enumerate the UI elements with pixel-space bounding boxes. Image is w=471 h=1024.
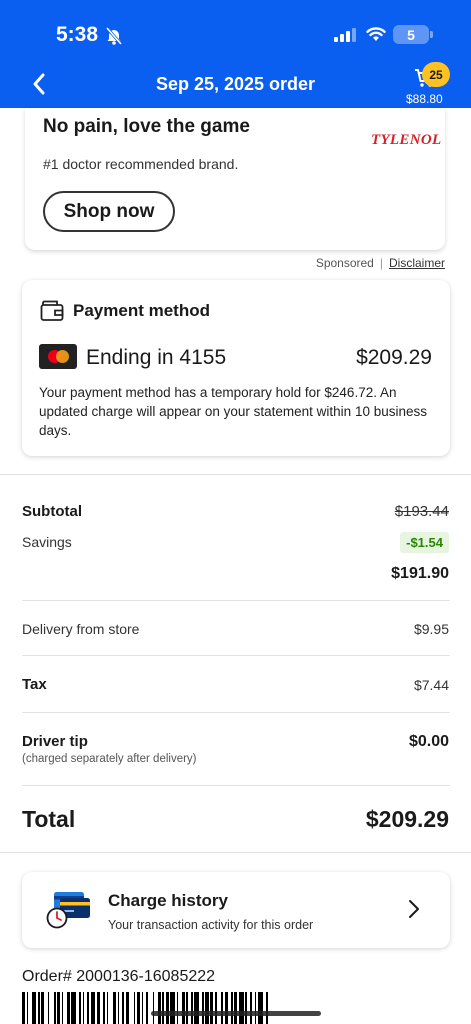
- sponsored-row: Sponsored | Disclaimer: [316, 256, 445, 270]
- status-time: 5:38: [56, 23, 99, 46]
- mastercard-icon: [39, 344, 77, 369]
- subtotal-final: $191.90: [391, 565, 449, 582]
- ad-subtext: #1 doctor recommended brand.: [43, 156, 239, 172]
- charge-history-button[interactable]: Charge history Your transaction activity…: [22, 872, 450, 948]
- charge-history-subtitle: Your transaction activity for this order: [108, 918, 314, 932]
- sponsored-ad-card[interactable]: No pain, love the game #1 doctor recomme…: [25, 108, 445, 250]
- charge-history-title: Charge history: [108, 891, 228, 910]
- brand-logo: TYLENOL: [371, 132, 442, 148]
- battery-icon: 5: [393, 25, 433, 44]
- section-divider: [0, 852, 471, 853]
- savings-badge: -$1.54: [400, 532, 449, 553]
- page-title: Sep 25, 2025 order: [155, 74, 316, 94]
- delivery-value: $9.95: [413, 621, 449, 637]
- subtotal-label: Subtotal: [22, 503, 82, 520]
- payment-method-card: Payment method Ending in 4155 $209.29 Yo…: [22, 280, 450, 456]
- payment-amount: $209.29: [356, 346, 432, 369]
- order-number: Order# 2000136-16085222: [22, 968, 216, 985]
- wifi-icon: [366, 26, 386, 47]
- order-barcode: [22, 992, 450, 1024]
- savings-label: Savings: [22, 534, 72, 550]
- card-ending: Ending in 4155: [86, 346, 227, 369]
- home-indicator: [151, 1011, 321, 1016]
- tax-label: Tax: [22, 676, 47, 693]
- battery-level: 5: [407, 26, 415, 43]
- ad-headline: No pain, love the game: [43, 116, 250, 137]
- chevron-right-icon: [408, 899, 420, 924]
- app-header: 5:38 5 Sep 25, 2025 order 25 $88.80: [0, 0, 471, 108]
- cellular-signal-icon: [334, 28, 356, 42]
- sponsored-label: Sponsored: [315, 256, 374, 270]
- bell-slash-icon: [105, 27, 123, 50]
- payment-method-title: Payment method: [73, 301, 210, 320]
- total-value: $209.29: [365, 806, 449, 832]
- delivery-label: Delivery from store: [22, 621, 140, 637]
- cart-total: $88.80: [406, 92, 443, 106]
- tax-value: $7.44: [413, 677, 449, 693]
- divider: [22, 712, 450, 713]
- divider: [22, 655, 450, 656]
- driver-tip-value: $0.00: [408, 733, 449, 750]
- driver-tip-note: (charged separately after delivery): [22, 753, 197, 765]
- disclaimer-link[interactable]: Disclaimer: [389, 256, 445, 270]
- separator: |: [379, 256, 383, 270]
- cart-count-badge: 25: [422, 62, 450, 87]
- driver-tip-label: Driver tip: [22, 733, 88, 750]
- wallet-icon: [40, 300, 64, 327]
- temporary-hold-note: Your payment method has a temporary hold…: [39, 385, 427, 438]
- divider: [22, 785, 450, 786]
- total-label: Total: [22, 806, 76, 832]
- shop-now-button[interactable]: Shop now: [43, 191, 175, 232]
- credit-card-clock-icon: [46, 890, 94, 935]
- section-divider: [0, 474, 471, 475]
- divider: [22, 600, 450, 601]
- subtotal-original: $193.44: [394, 503, 449, 520]
